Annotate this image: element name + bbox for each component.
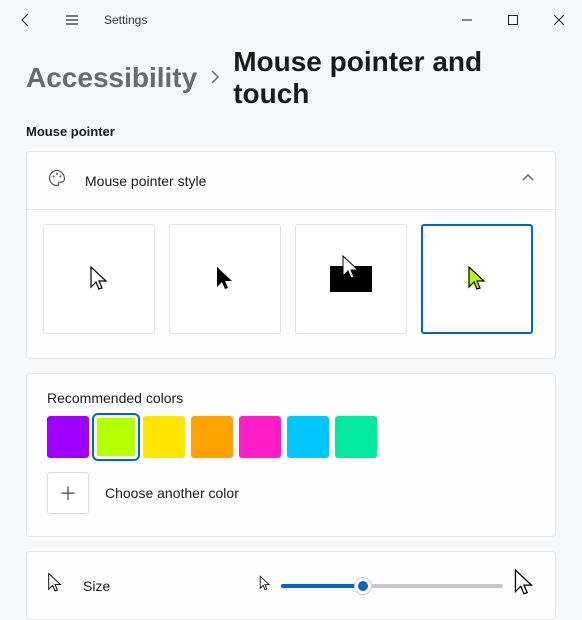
color-swatch-teal[interactable]: [335, 416, 377, 458]
minimize-button[interactable]: [444, 4, 490, 36]
back-button[interactable]: [12, 6, 40, 34]
breadcrumb: Accessibility Mouse pointer and touch: [0, 40, 582, 116]
size-slider-wrap: [259, 568, 535, 603]
maximize-button[interactable]: [490, 4, 536, 36]
section-label: Mouse pointer: [0, 116, 582, 147]
chevron-right-icon: [209, 68, 221, 89]
pointer-style-header[interactable]: Mouse pointer style: [27, 152, 555, 210]
pointer-style-title: Mouse pointer style: [85, 173, 503, 189]
window-title: Settings: [104, 13, 147, 27]
cursor-max-icon: [513, 568, 535, 603]
choose-color-button[interactable]: ＋: [47, 472, 89, 514]
pointer-style-inverted[interactable]: [295, 224, 407, 334]
titlebar-left: Settings: [12, 6, 444, 34]
pointer-style-custom[interactable]: [421, 224, 533, 334]
inverted-preview: [330, 266, 372, 292]
color-swatch-yellow[interactable]: [143, 416, 185, 458]
size-slider[interactable]: [281, 576, 503, 596]
titlebar: Settings: [0, 0, 582, 40]
color-swatch-lime[interactable]: [95, 416, 137, 458]
color-swatch-orange[interactable]: [191, 416, 233, 458]
pointer-style-options: [27, 210, 555, 358]
chevron-up-icon: [521, 171, 535, 190]
window-controls: [444, 4, 582, 36]
close-button[interactable]: [536, 4, 582, 36]
palette-icon: [47, 168, 67, 193]
slider-thumb[interactable]: [354, 577, 372, 595]
recommended-colors-card: Recommended colors ＋ Choose another colo…: [26, 373, 556, 537]
menu-button[interactable]: [58, 6, 86, 34]
size-label: Size: [83, 578, 110, 594]
slider-fill: [281, 584, 363, 588]
choose-color-label: Choose another color: [105, 485, 239, 501]
breadcrumb-current: Mouse pointer and touch: [233, 46, 556, 110]
plus-icon: ＋: [59, 480, 77, 506]
color-swatch-purple[interactable]: [47, 416, 89, 458]
cursor-small-icon: [47, 572, 63, 599]
pointer-style-white[interactable]: [43, 224, 155, 334]
pointer-style-black[interactable]: [169, 224, 281, 334]
color-swatch-cyan[interactable]: [287, 416, 329, 458]
recommended-colors-label: Recommended colors: [47, 390, 535, 406]
size-card: Size: [26, 551, 556, 620]
color-swatch-magenta[interactable]: [239, 416, 281, 458]
color-swatches: [47, 416, 535, 458]
cursor-min-icon: [259, 575, 271, 597]
choose-color-row: ＋ Choose another color: [47, 472, 535, 514]
pointer-style-card: Mouse pointer style: [26, 151, 556, 359]
breadcrumb-parent[interactable]: Accessibility: [26, 62, 197, 94]
